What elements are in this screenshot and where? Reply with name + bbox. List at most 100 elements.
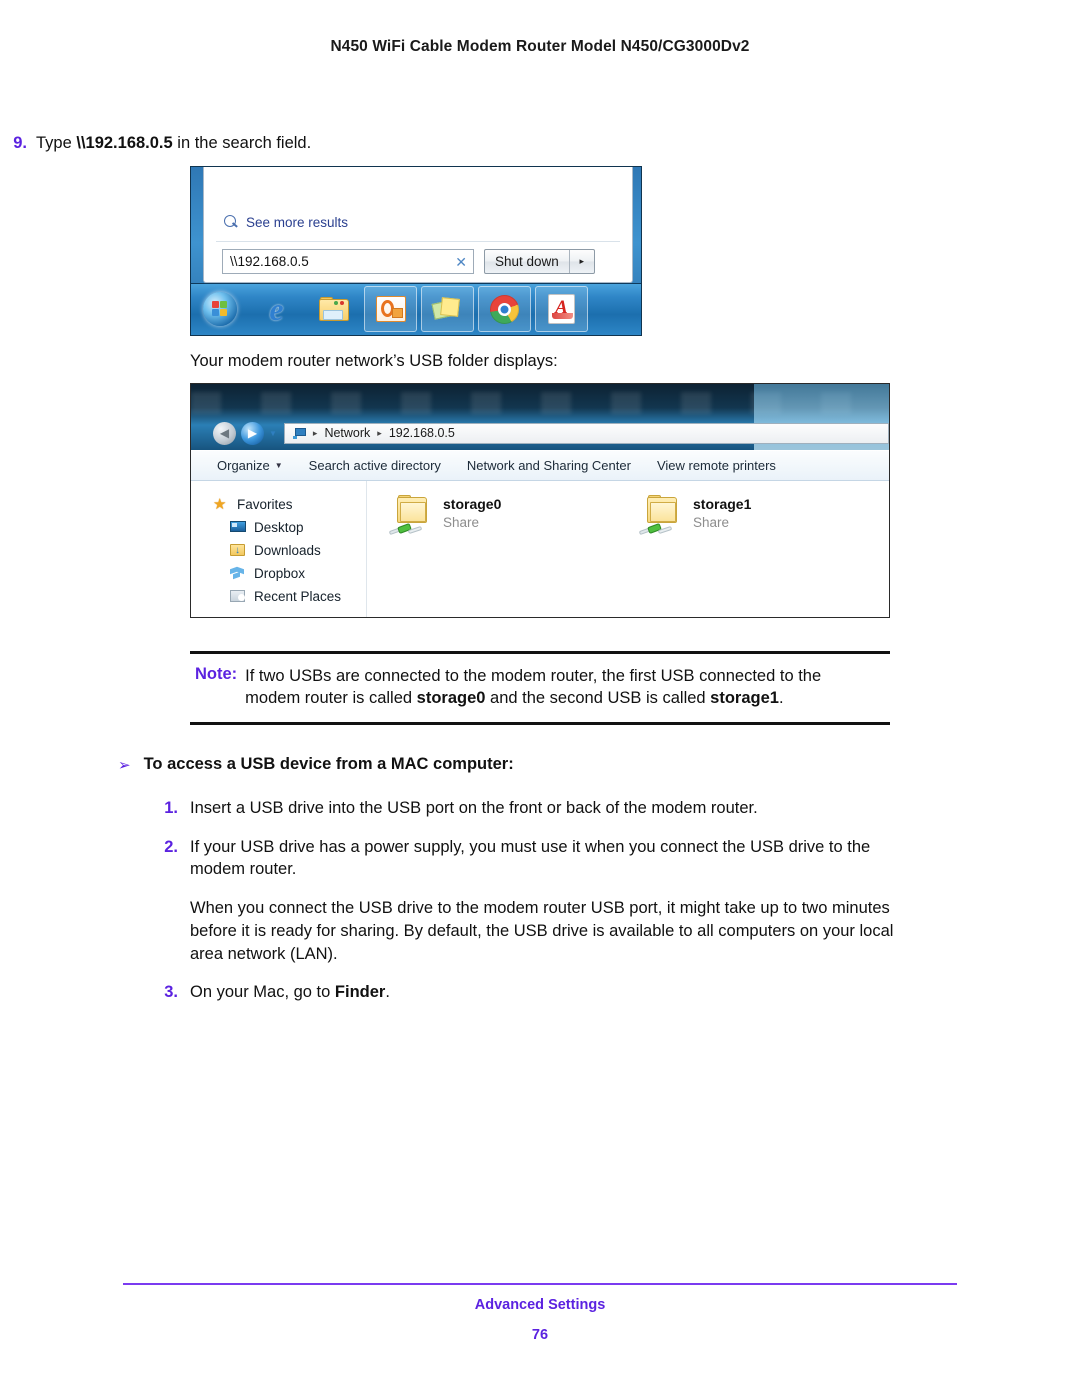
sticky-notes-icon[interactable] bbox=[419, 283, 476, 335]
acrobat-icon[interactable]: A bbox=[533, 283, 590, 335]
share-type: Share bbox=[693, 514, 730, 530]
share-name: storage0 bbox=[443, 495, 502, 512]
explorer-body: ★ Favorites Desktop ↓ Downloads Dropbox bbox=[191, 480, 889, 617]
network-and-sharing-center-button[interactable]: Network and Sharing Center bbox=[467, 458, 631, 473]
breadcrumb-separator-1: ▸ bbox=[312, 427, 318, 438]
outlook-icon[interactable] bbox=[362, 283, 419, 335]
chevron-down-icon: ▼ bbox=[274, 460, 283, 470]
breadcrumb-separator-2: ▸ bbox=[377, 427, 382, 438]
sidebar-label-recent-places: Recent Places bbox=[254, 588, 342, 604]
taskbar: e A bbox=[191, 282, 641, 335]
task-step-3-text-after: . bbox=[385, 983, 390, 1002]
footer-section-title: Advanced Settings bbox=[474, 1297, 606, 1313]
task-step-1-number: 1. bbox=[164, 798, 178, 817]
task-step-2-text: If your USB drive has a power supply, yo… bbox=[190, 837, 871, 879]
file-list: storage0 Share storage1 Share bbox=[367, 481, 889, 617]
sidebar-label-desktop: Desktop bbox=[254, 519, 304, 535]
network-icon bbox=[292, 427, 306, 439]
view-remote-printers-button[interactable]: View remote printers bbox=[657, 458, 776, 473]
usb-folder-caption: Your modem router network’s USB folder d… bbox=[190, 351, 558, 370]
start-menu-bottom-row: \\192.168.0.5 ✕ Shut down ▸ bbox=[222, 249, 618, 275]
task-heading: ➢ To access a USB device from a MAC comp… bbox=[118, 755, 1080, 777]
recent-places-icon bbox=[230, 589, 246, 603]
breadcrumb-address[interactable]: 192.168.0.5 bbox=[389, 426, 455, 440]
share-name: storage1 bbox=[693, 495, 752, 512]
shared-folder-icon bbox=[388, 494, 433, 535]
task-title: To access a USB device from a MAC comput… bbox=[143, 755, 514, 774]
sidebar-item-dropbox[interactable]: Dropbox bbox=[213, 562, 366, 585]
sidebar-label-downloads: Downloads bbox=[254, 542, 321, 558]
start-menu-search-input[interactable]: \\192.168.0.5 ✕ bbox=[222, 249, 474, 275]
star-icon: ★ bbox=[213, 496, 227, 514]
task-step-1: 1. Insert a USB drive into the USB port … bbox=[0, 797, 1080, 820]
sidebar-item-downloads[interactable]: ↓ Downloads bbox=[213, 539, 366, 562]
step-9-number: 9. bbox=[13, 134, 27, 152]
step-9-text: Type \\192.168.0.5 in the search field. bbox=[36, 132, 311, 155]
task-step-3: 3. On your Mac, go to Finder. bbox=[0, 981, 1080, 1004]
chrome-icon[interactable] bbox=[476, 283, 533, 335]
start-menu-results-area bbox=[204, 166, 632, 215]
search-icon bbox=[224, 214, 239, 230]
sidebar-label-favorites: Favorites bbox=[237, 496, 293, 512]
see-more-results-label: See more results bbox=[246, 214, 349, 230]
sidebar-item-favorites[interactable]: ★ Favorites bbox=[213, 493, 366, 516]
list-item[interactable]: storage1 Share bbox=[638, 494, 889, 617]
step-9-text-after: in the search field. bbox=[172, 134, 312, 152]
task-step-2: 2. If your USB drive has a power supply,… bbox=[0, 836, 1080, 882]
note-part-3: . bbox=[778, 689, 784, 708]
note-text: If two USBs are connected to the modem r… bbox=[245, 665, 845, 711]
page-header: N450 WiFi Cable Modem Router Model N450/… bbox=[330, 38, 750, 55]
dropbox-icon bbox=[230, 566, 246, 580]
task-step-3-text-before: On your Mac, go to bbox=[190, 983, 335, 1002]
start-orb-icon[interactable] bbox=[191, 283, 248, 335]
start-menu-divider bbox=[216, 240, 620, 242]
search-active-directory-button[interactable]: Search active directory bbox=[309, 458, 441, 473]
back-button-icon[interactable]: ◀ bbox=[213, 421, 236, 445]
shutdown-arrow-icon[interactable]: ▸ bbox=[570, 250, 594, 273]
task-step-3-number: 3. bbox=[164, 983, 178, 1002]
start-menu-screenshot: See more results \\192.168.0.5 ✕ Shut do… bbox=[190, 165, 642, 336]
list-item[interactable]: storage0 Share bbox=[388, 494, 639, 617]
task-step-2-number: 2. bbox=[164, 837, 178, 856]
share-type: Share bbox=[443, 514, 480, 530]
forward-button-icon[interactable]: ▶ bbox=[241, 421, 264, 445]
sidebar-label-dropbox: Dropbox bbox=[254, 565, 306, 581]
shutdown-label: Shut down bbox=[485, 250, 570, 274]
start-menu-panel: See more results \\192.168.0.5 ✕ Shut do… bbox=[203, 166, 633, 283]
clear-icon[interactable]: ✕ bbox=[455, 255, 467, 269]
task-step-followup-text: When you connect the USB drive to the mo… bbox=[190, 899, 894, 963]
page-content: 9. Type \\192.168.0.5 in the search fiel… bbox=[0, 132, 1080, 1020]
note-box: Note: If two USBs are connected to the m… bbox=[190, 650, 890, 726]
see-more-results-item[interactable]: See more results bbox=[224, 214, 349, 230]
explorer-screenshot: ◀ ▶ ▼ ▸ Network ▸ 192.168.0.5 Organize ▼… bbox=[190, 382, 890, 618]
internet-explorer-icon[interactable]: e bbox=[248, 283, 305, 335]
note-bold-storage0: storage0 bbox=[416, 689, 486, 708]
desktop-icon bbox=[230, 520, 246, 534]
step-9: 9. Type \\192.168.0.5 in the search fiel… bbox=[0, 132, 1080, 155]
breadcrumb[interactable]: ▸ Network ▸ 192.168.0.5 bbox=[283, 422, 889, 444]
task-step-3-finder: Finder bbox=[334, 983, 386, 1002]
task-steps: 1. Insert a USB drive into the USB port … bbox=[0, 797, 1080, 1004]
arrow-bullet-icon: ➢ bbox=[118, 757, 131, 775]
search-input-value: \\192.168.0.5 bbox=[230, 254, 309, 270]
organize-label: Organize bbox=[217, 457, 270, 473]
organize-button[interactable]: Organize ▼ bbox=[217, 458, 283, 473]
task-step-2-followup: When you connect the USB drive to the mo… bbox=[0, 897, 1080, 965]
explorer-address-bar: ◀ ▶ ▼ ▸ Network ▸ 192.168.0.5 bbox=[213, 421, 889, 445]
sidebar-item-desktop[interactable]: Desktop bbox=[213, 516, 366, 539]
explorer-toolbar: Organize ▼ Search active directory Netwo… bbox=[191, 450, 889, 481]
windows-explorer-icon[interactable] bbox=[305, 283, 362, 335]
step-9-text-before: Type bbox=[36, 134, 77, 152]
step-9-address: \\192.168.0.5 bbox=[76, 134, 173, 152]
task-step-3-text: On your Mac, go to Finder. bbox=[190, 981, 390, 1004]
shutdown-button[interactable]: Shut down ▸ bbox=[484, 249, 595, 275]
footer-rule bbox=[123, 1283, 957, 1285]
navigation-pane: ★ Favorites Desktop ↓ Downloads Dropbox bbox=[191, 480, 367, 617]
downloads-icon: ↓ bbox=[230, 543, 246, 557]
task-step-1-text: Insert a USB drive into the USB port on … bbox=[190, 798, 758, 817]
recent-locations-chevron-icon[interactable]: ▼ bbox=[269, 429, 277, 438]
note-label: Note: bbox=[195, 664, 238, 683]
sidebar-item-recent-places[interactable]: Recent Places bbox=[213, 585, 366, 608]
note-bold-storage1: storage1 bbox=[710, 689, 779, 708]
breadcrumb-network[interactable]: Network bbox=[324, 426, 370, 440]
